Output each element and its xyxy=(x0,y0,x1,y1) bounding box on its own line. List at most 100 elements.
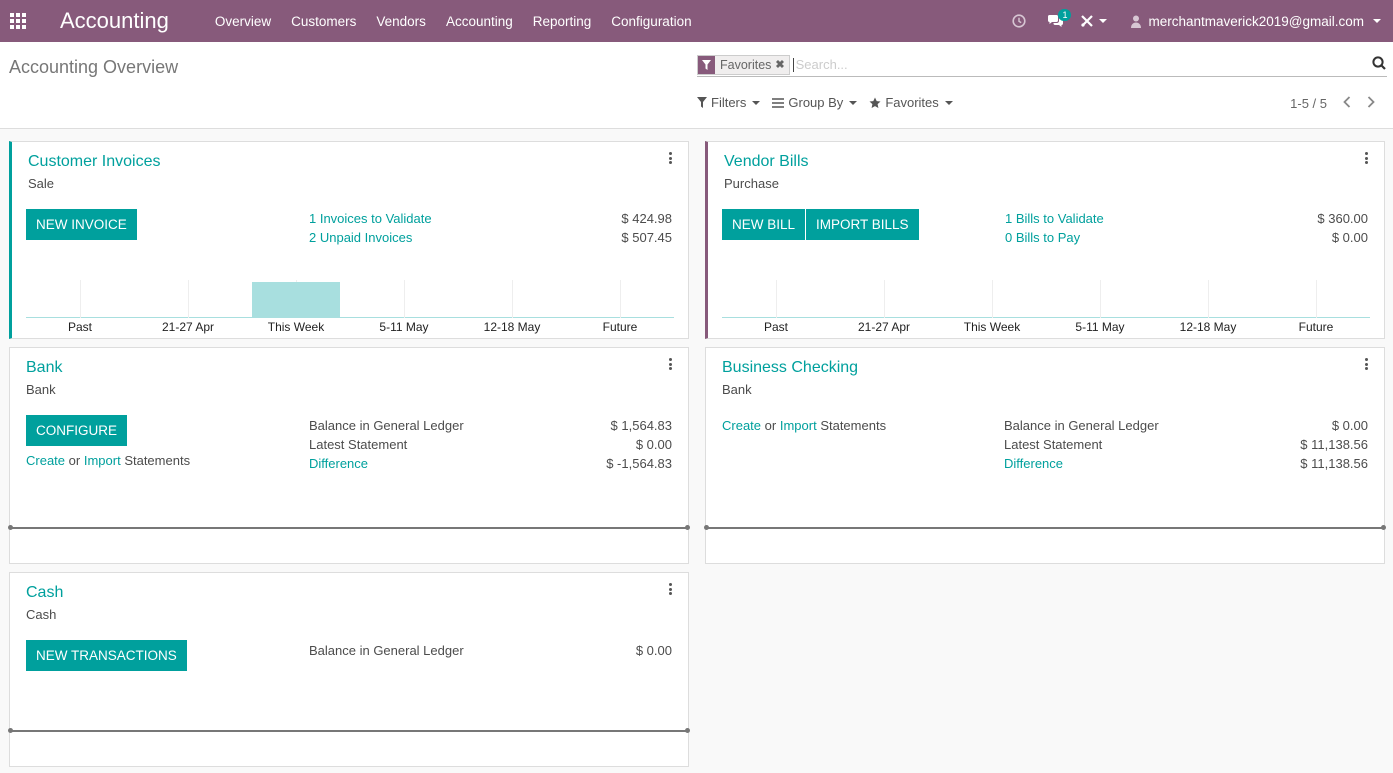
graph-gridline xyxy=(188,280,189,318)
facet-remove-icon[interactable]: ✖ xyxy=(775,58,788,71)
graph-gridline xyxy=(80,280,81,318)
graph-gridline xyxy=(1316,280,1317,318)
graph-gridline xyxy=(1208,280,1209,318)
messaging-chat-icon[interactable]: 1 xyxy=(1037,0,1073,42)
difference-link[interactable]: Difference xyxy=(309,456,368,471)
card-subtitle: Cash xyxy=(26,607,57,622)
chat-badge: 1 xyxy=(1058,9,1072,21)
group-by-label: Group By xyxy=(788,95,844,110)
statements-text: Statements xyxy=(820,418,887,433)
card-options-icon[interactable] xyxy=(1364,152,1368,166)
graph-tick-label: This Week xyxy=(267,320,325,334)
balance-ledger-label: Balance in General Ledger xyxy=(309,418,464,433)
card-subtitle: Bank xyxy=(26,382,56,397)
create-link[interactable]: Create xyxy=(722,418,761,433)
menu-item-reporting[interactable]: Reporting xyxy=(533,14,592,29)
create-import-statements: Create or Import Statements xyxy=(722,418,886,433)
card-title[interactable]: Vendor Bills xyxy=(724,153,809,171)
app-brand[interactable]: Accounting xyxy=(60,8,169,34)
pager-value[interactable]: 1-5 / 5 xyxy=(1290,96,1327,111)
bills-bar-graph[interactable]: Past 21-27 Apr This Week 5-11 May 12-18 May F… xyxy=(722,280,1370,338)
configure-button[interactable]: CONFIGURE xyxy=(26,415,127,446)
star-icon xyxy=(869,97,881,108)
filters-label: Filters xyxy=(711,95,747,110)
difference-value: $ -1,564.83 xyxy=(606,456,672,471)
control-panel: Accounting Overview Favorites ✖ Filters … xyxy=(0,42,1393,129)
card-options-icon[interactable] xyxy=(1364,358,1368,372)
chevron-down-icon xyxy=(944,100,953,105)
graph-baseline xyxy=(26,317,674,318)
balance-line-graph[interactable] xyxy=(704,525,1386,530)
latest-statement-value: $ 11,138.56 xyxy=(1300,437,1368,452)
group-by-dropdown[interactable]: Group By xyxy=(772,95,858,110)
card-subtitle: Bank xyxy=(722,382,752,397)
or-text: or xyxy=(764,418,777,433)
card-title[interactable]: Customer Invoices xyxy=(28,153,161,171)
graph-gridline xyxy=(512,280,513,318)
search-input[interactable] xyxy=(792,57,1353,72)
chevron-right-icon[interactable] xyxy=(1367,95,1375,111)
graph-tick-label: 12-18 May xyxy=(1179,320,1237,334)
filter-funnel-icon xyxy=(697,97,707,108)
card-subtitle: Purchase xyxy=(724,176,779,191)
graph-gridline xyxy=(992,280,993,318)
business-checking-card: Business Checking Bank Create or Import … xyxy=(704,347,1386,564)
bills-to-pay-value: $ 0.00 xyxy=(1331,230,1368,245)
bills-to-pay-link[interactable]: 0 Bills to Pay xyxy=(1005,230,1080,245)
graph-gridline xyxy=(1100,280,1101,318)
debug-tools-icon[interactable] xyxy=(1073,0,1113,42)
balance-ledger-value: $ 0.00 xyxy=(635,643,672,658)
card-title[interactable]: Cash xyxy=(26,584,63,602)
latest-statement-label: Latest Statement xyxy=(309,437,408,452)
filters-dropdown[interactable]: Filters xyxy=(697,95,761,110)
graph-tick-label: Future xyxy=(1298,320,1334,334)
navbar-systray: 1 merchantmaverick2019@gmail.com xyxy=(1001,0,1393,42)
favorites-dropdown[interactable]: Favorites xyxy=(869,95,953,110)
graph-tick-label: 21-27 Apr xyxy=(857,320,911,334)
difference-link[interactable]: Difference xyxy=(1004,456,1063,471)
chevron-left-icon[interactable] xyxy=(1343,95,1351,111)
menu-item-overview[interactable]: Overview xyxy=(215,14,271,29)
card-options-icon[interactable] xyxy=(668,152,672,166)
create-import-statements: Create or Import Statements xyxy=(26,453,190,468)
apps-menu-icon[interactable] xyxy=(0,0,36,42)
menu-item-vendors[interactable]: Vendors xyxy=(376,14,426,29)
balance-ledger-value: $ 1,564.83 xyxy=(610,418,672,433)
card-options-icon[interactable] xyxy=(668,583,672,597)
invoices-to-validate-value: $ 424.98 xyxy=(621,211,672,226)
graph-bar[interactable] xyxy=(251,282,341,318)
latest-statement-value: $ 0.00 xyxy=(635,437,672,452)
search-facet: Favorites ✖ xyxy=(697,54,790,75)
import-link[interactable]: Import xyxy=(84,453,121,468)
graph-baseline xyxy=(722,317,1370,318)
unpaid-invoices-link[interactable]: 2 Unpaid Invoices xyxy=(309,230,412,245)
menu-item-accounting[interactable]: Accounting xyxy=(446,14,513,29)
card-title[interactable]: Bank xyxy=(26,359,62,377)
user-email: merchantmaverick2019@gmail.com xyxy=(1148,13,1364,29)
vendor-bills-card: Vendor Bills Purchase NEW BILL IMPORT BI… xyxy=(705,141,1385,339)
card-title[interactable]: Business Checking xyxy=(722,359,858,377)
balance-line-graph[interactable] xyxy=(8,525,690,530)
create-link[interactable]: Create xyxy=(26,453,65,468)
breadcrumb-title: Accounting Overview xyxy=(9,57,179,77)
bills-to-validate-link[interactable]: 1 Bills to Validate xyxy=(1005,211,1104,226)
search-icon[interactable] xyxy=(1372,56,1386,73)
new-transactions-button[interactable]: NEW TRANSACTIONS xyxy=(26,640,187,671)
graph-tick-label: 5-11 May xyxy=(1075,320,1125,334)
balance-line-graph[interactable] xyxy=(8,728,690,733)
new-bill-button[interactable]: NEW BILL xyxy=(722,209,806,240)
import-link[interactable]: Import xyxy=(780,418,817,433)
user-avatar-icon xyxy=(1131,15,1142,28)
search-bar: Favorites ✖ xyxy=(697,53,1387,77)
menu-item-customers[interactable]: Customers xyxy=(291,14,356,29)
new-invoice-button[interactable]: NEW INVOICE xyxy=(26,209,137,240)
graph-tick-label: 12-18 May xyxy=(483,320,541,334)
invoices-bar-graph[interactable]: Past 21-27 Apr This Week 5-11 May 12-18 May F… xyxy=(26,280,674,338)
import-bills-button[interactable]: IMPORT BILLS xyxy=(806,209,919,240)
user-menu[interactable]: merchantmaverick2019@gmail.com xyxy=(1131,14,1381,29)
invoices-to-validate-link[interactable]: 1 Invoices to Validate xyxy=(309,211,432,226)
graph-tick-label: This Week xyxy=(963,320,1021,334)
activity-clock-icon[interactable] xyxy=(1001,0,1037,42)
menu-item-configuration[interactable]: Configuration xyxy=(611,14,691,29)
card-options-icon[interactable] xyxy=(668,358,672,372)
